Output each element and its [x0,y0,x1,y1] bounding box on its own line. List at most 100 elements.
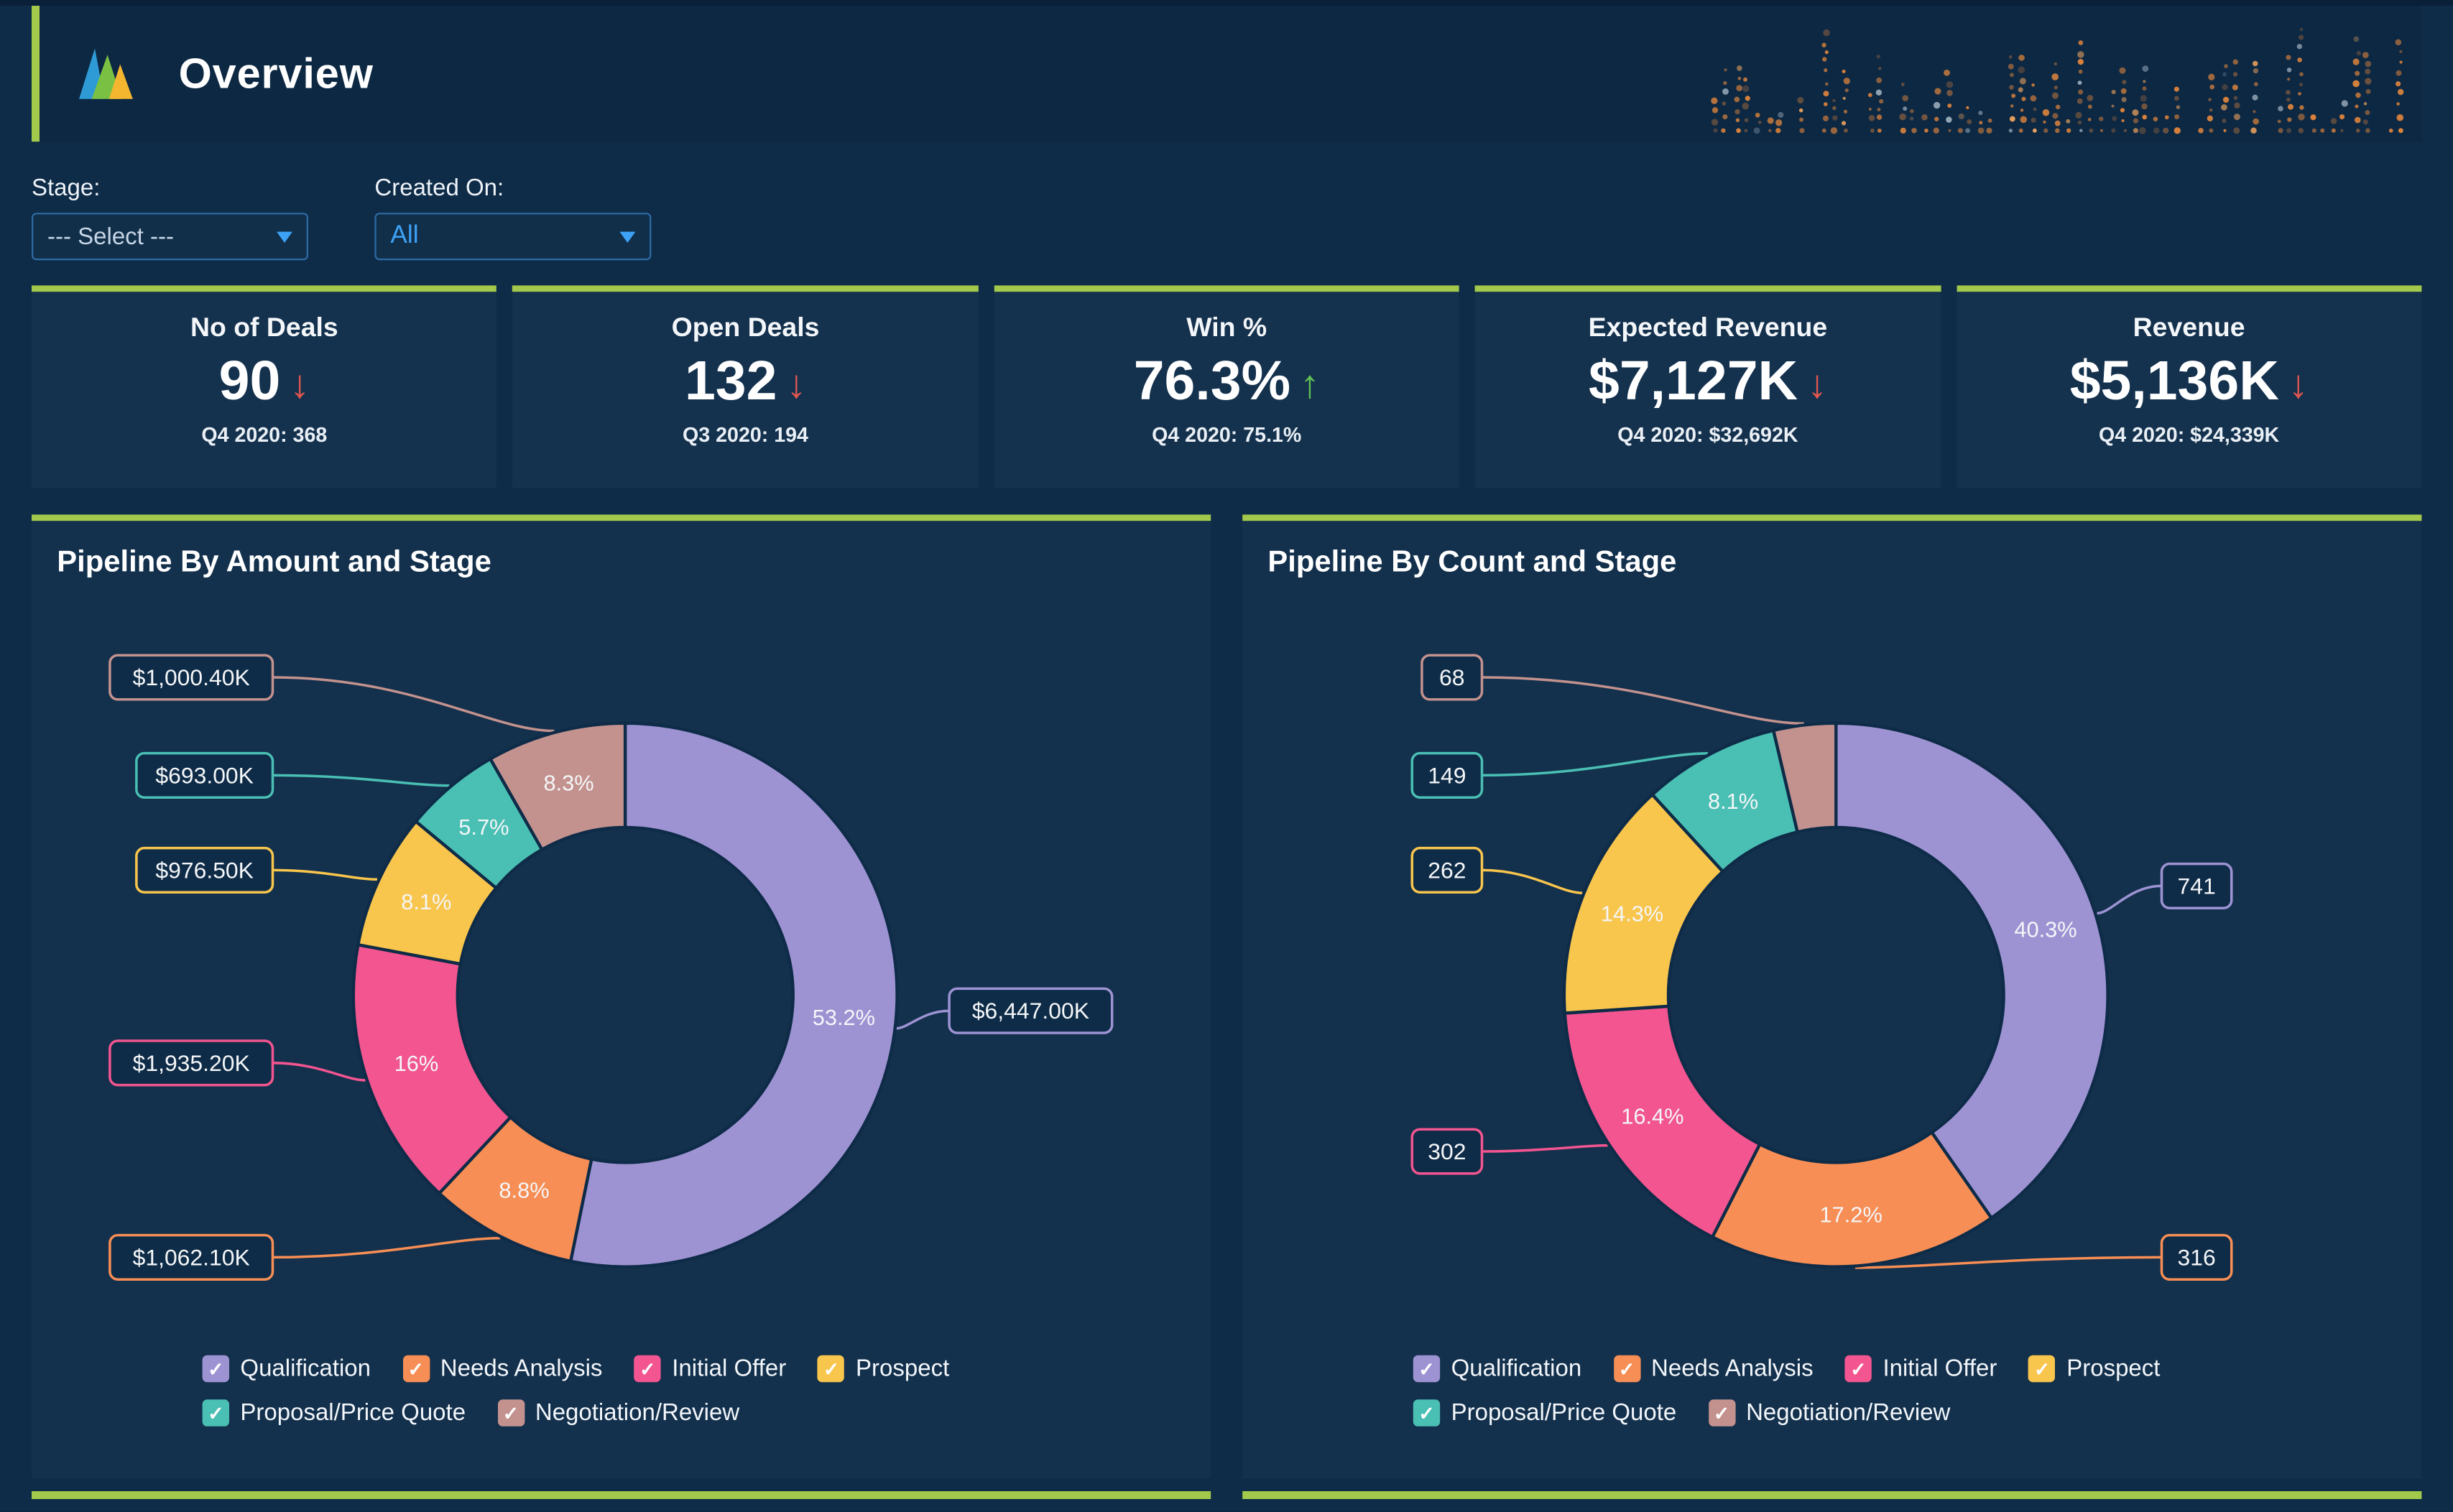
decorative-dot [1842,70,1846,74]
decorative-dot [2009,116,2015,122]
legend-label: Needs Analysis [1651,1355,1814,1383]
decorative-dot [2010,104,2014,108]
callout-value: $976.50K [155,857,254,883]
decorative-dot [1744,129,1748,133]
decorative-dot [2298,34,2304,40]
kpi-comparison: Q3 2020: 194 [683,422,808,447]
decorative-dot [2142,114,2148,120]
decorative-dot [1921,114,1928,121]
legend-item-proposal-price-quote[interactable]: ✓ Proposal/Price Quote [202,1399,466,1427]
stage-filter-select[interactable]: --- Select --- [32,213,308,261]
decorative-dot [2396,113,2404,121]
decorative-dot [2365,68,2371,75]
decorative-dot [2339,114,2345,120]
decorative-dot [1711,97,1718,104]
decorative-dot [2208,73,2215,80]
decorative-dot [2209,108,2213,112]
decorative-dot [2052,113,2059,119]
decorative-dot [1958,113,1964,120]
kpi-card-win-percent: Win % 76.3% ↑ Q4 2020: 75.1% [994,285,1460,488]
decorative-dot [1900,127,1906,134]
decorative-dot [2140,95,2147,102]
decorative-dot [2365,110,2370,116]
decorative-dot [2099,116,2104,121]
decorative-dot [2087,104,2092,109]
next-row-panels-cut [32,1491,2422,1499]
decorative-dot [2142,65,2149,72]
decorative-dot [1957,128,1964,134]
decorative-dot [2011,93,2016,98]
decorative-dot [2208,98,2212,101]
legend-item-negotiation-review[interactable]: ✓ Negotiation/Review [497,1399,739,1427]
slice-percentage-label: 16% [394,1051,439,1076]
decorative-dot [2119,67,2126,74]
decorative-dot [2077,51,2084,58]
decorative-dot [2054,85,2058,90]
legend-item-qualification[interactable]: ✓ Qualification [1413,1355,1581,1383]
decorative-dot [2286,55,2291,60]
decorative-dot [1778,111,1784,119]
legend-checkbox-checked-icon: ✓ [497,1399,525,1427]
decorative-dot [1711,119,1719,126]
created-on-filter-select[interactable]: All [374,213,652,261]
decorative-dot [1753,127,1760,134]
legend-checkbox-checked-icon: ✓ [1413,1355,1441,1383]
decorative-dots [1711,27,2404,134]
callout-proposal-price-quote: 149 [1410,751,1484,799]
app-logo-icon [79,48,133,99]
slice-percentage-label: 17.2% [1820,1202,1883,1227]
decorative-dot [2233,127,2240,134]
kpi-card-revenue: Revenue $5,136K ↓ Q4 2020: $24,339K [1956,285,2422,488]
decorative-dot [1724,68,1727,72]
decorative-dot [2164,115,2169,120]
decorative-dot [1736,128,1741,134]
decorative-dot [1934,88,1941,95]
decorative-dot [1799,117,1804,122]
decorative-dot [2141,103,2148,110]
callout-value: $6,447.00K [972,998,1089,1024]
legend-item-initial-offer[interactable]: ✓ Initial Offer [634,1355,786,1383]
decorative-dot [2112,116,2117,121]
legend-item-qualification[interactable]: ✓ Qualification [202,1355,371,1383]
legend-item-proposal-price-quote[interactable]: ✓ Proposal/Price Quote [1413,1399,1676,1427]
legend-item-prospect[interactable]: ✓ Prospect [2028,1355,2160,1383]
decorative-dot [1832,98,1836,103]
decorative-dot [2396,102,2400,106]
decorative-dot [1870,128,1875,133]
callout-value: $693.00K [155,762,254,788]
decorative-dot [2363,102,2367,106]
header: Overview [32,6,2422,142]
callout-leader-line [896,1009,950,1030]
decorative-dot [1901,83,1905,86]
kpi-comparison: Q4 2020: 368 [201,422,328,447]
callout-qualification: 741 [2160,862,2233,909]
callout-needs-analysis: $1,062.10K [108,1233,274,1281]
decorative-dot [2299,72,2304,77]
decorative-dot [2232,84,2238,91]
pie-slice-qualification[interactable] [1834,721,2110,1220]
decorative-dot [2287,78,2291,81]
legend-item-negotiation-review[interactable]: ✓ Negotiation/Review [1708,1399,1950,1427]
decorative-dot [1824,82,1829,86]
legend-checkbox-checked-icon: ✓ [634,1355,661,1383]
decorative-dot [2143,80,2146,83]
legend-item-needs-analysis[interactable]: ✓ Needs Analysis [402,1355,602,1383]
legend-item-needs-analysis[interactable]: ✓ Needs Analysis [1613,1355,1814,1383]
decorative-dot [2033,107,2037,111]
decorative-dot [1798,108,1803,113]
stage-filter-label: Stage: [32,175,101,202]
donut-chart-amount: 53.2% 8.8% 16% 8.1% 5.7% 8.3% $6,447.00K $1,062… [108,654,1114,1281]
decorative-dot [1799,128,1805,134]
decorative-dot [2099,129,2103,132]
created-on-filter: Created On: All [374,175,652,261]
decorative-dot [2399,50,2403,53]
decorative-dot [1875,89,1883,96]
decorative-dot [2352,80,2360,88]
legend-item-initial-offer[interactable]: ✓ Initial Offer [1844,1355,1997,1383]
legend-item-prospect[interactable]: ✓ Prospect [818,1355,949,1383]
stage-filter-value: --- Select --- [47,223,174,250]
decorative-dot [2299,83,2303,87]
decorative-dot [2077,80,2082,85]
decorative-dot [2341,100,2348,107]
callout-initial-offer: 302 [1410,1128,1484,1175]
